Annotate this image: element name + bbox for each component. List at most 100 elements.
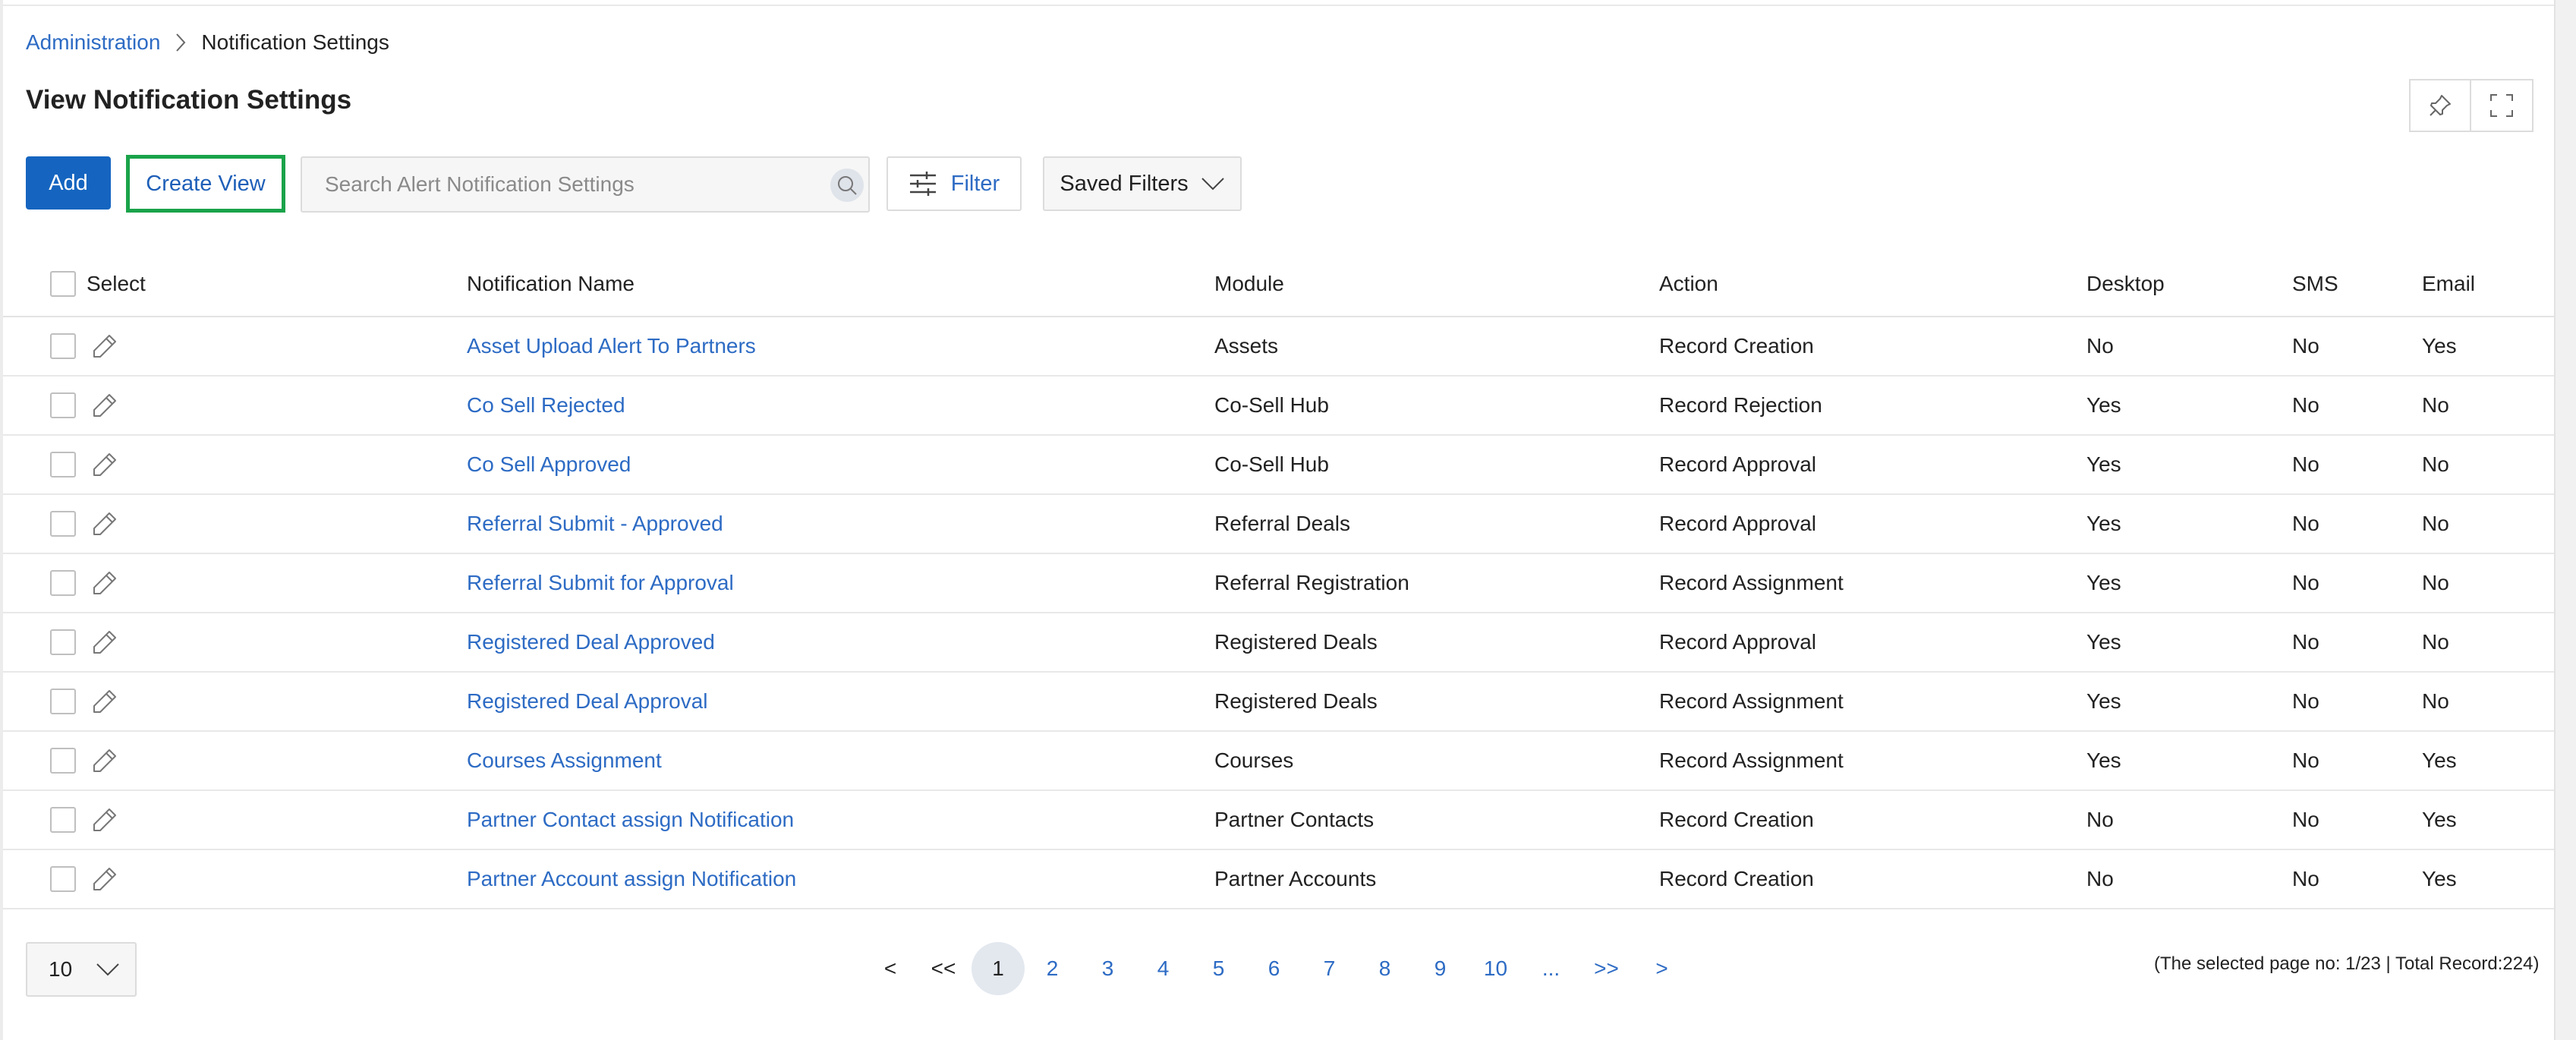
page-button-7[interactable]: 7 — [1302, 942, 1357, 995]
notification-name-link[interactable]: Asset Upload Alert To Partners — [467, 317, 756, 375]
row-checkbox[interactable] — [50, 511, 76, 537]
desktop-cell: No — [2086, 334, 2114, 358]
sms-cell: No — [2292, 630, 2319, 654]
page-ellipsis[interactable]: ... — [1523, 942, 1579, 995]
saved-filters-dropdown[interactable]: Saved Filters — [1043, 156, 1242, 211]
notification-name-link[interactable]: Co Sell Rejected — [467, 377, 625, 434]
page-button-8[interactable]: 8 — [1357, 942, 1412, 995]
desktop-cell: Yes — [2086, 571, 2121, 594]
saved-filters-label: Saved Filters — [1060, 171, 1189, 196]
email-cell: No — [2422, 512, 2449, 535]
notification-name-link[interactable]: Registered Deal Approved — [467, 613, 715, 671]
sms-cell: No — [2292, 512, 2319, 535]
pencil-icon[interactable] — [91, 688, 118, 715]
page-button-5[interactable]: 5 — [1191, 942, 1246, 995]
desktop-cell: Yes — [2086, 512, 2121, 535]
sms-cell: No — [2292, 867, 2319, 890]
row-checkbox[interactable] — [50, 452, 76, 477]
table-row: Referral Submit - Approved Referral Deal… — [3, 495, 2554, 554]
pencil-icon[interactable] — [91, 451, 118, 478]
pencil-icon[interactable] — [91, 865, 118, 893]
desktop-cell: No — [2086, 867, 2114, 890]
page-button-10[interactable]: 10 — [1468, 942, 1523, 995]
action-cell: Record Creation — [1659, 867, 1814, 890]
fullscreen-button[interactable] — [2471, 79, 2533, 132]
pencil-icon[interactable] — [91, 629, 118, 656]
notification-name-link[interactable]: Courses Assignment — [467, 732, 662, 789]
module-cell: Registered Deals — [1214, 630, 1378, 654]
notification-settings-table: Select Notification Name Module Action D… — [3, 251, 2554, 909]
row-checkbox[interactable] — [50, 689, 76, 714]
row-checkbox[interactable] — [50, 748, 76, 774]
column-header-email[interactable]: Email — [2422, 251, 2475, 316]
pencil-icon[interactable] — [91, 806, 118, 834]
sms-cell: No — [2292, 689, 2319, 713]
right-scrollbar-track[interactable] — [2554, 0, 2576, 1040]
page-button-9[interactable]: 9 — [1412, 942, 1468, 995]
email-cell: No — [2422, 689, 2449, 713]
select-all-checkbox[interactable] — [50, 270, 76, 297]
row-checkbox[interactable] — [50, 570, 76, 596]
column-header-sms[interactable]: SMS — [2292, 251, 2338, 316]
table-row: Asset Upload Alert To Partners Assets Re… — [3, 317, 2554, 377]
column-header-action[interactable]: Action — [1659, 251, 1718, 316]
sms-cell: No — [2292, 571, 2319, 594]
sms-cell: No — [2292, 808, 2319, 831]
next-page-button[interactable]: > — [1634, 942, 1690, 995]
row-checkbox[interactable] — [50, 333, 76, 359]
action-cell: Record Assignment — [1659, 689, 1844, 713]
breadcrumb-administration-link[interactable]: Administration — [26, 30, 160, 55]
search-button[interactable] — [830, 169, 864, 202]
column-header-desktop[interactable]: Desktop — [2086, 251, 2165, 316]
filter-button[interactable]: Filter — [886, 156, 1022, 211]
sms-cell: No — [2292, 334, 2319, 358]
row-checkbox[interactable] — [50, 866, 76, 892]
pencil-icon[interactable] — [91, 392, 118, 419]
filter-label: Filter — [950, 171, 1000, 196]
email-cell: No — [2422, 452, 2449, 476]
notification-name-link[interactable]: Referral Submit - Approved — [467, 495, 723, 553]
column-header-notification-name[interactable]: Notification Name — [467, 251, 635, 316]
row-checkbox[interactable] — [50, 807, 76, 833]
page-button-2[interactable]: 2 — [1025, 942, 1080, 995]
table-row: Co Sell Approved Co-Sell Hub Record Appr… — [3, 436, 2554, 495]
prev-page-button[interactable]: < — [865, 942, 915, 995]
search-input[interactable] — [302, 158, 811, 211]
page-size-select[interactable]: 10 — [26, 942, 137, 997]
pencil-icon[interactable] — [91, 747, 118, 774]
notification-name-link[interactable]: Registered Deal Approval — [467, 673, 708, 730]
add-button[interactable]: Add — [26, 156, 111, 210]
module-cell: Partner Accounts — [1214, 867, 1377, 890]
action-cell: Record Approval — [1659, 630, 1817, 654]
email-cell: Yes — [2422, 748, 2457, 772]
column-header-module[interactable]: Module — [1214, 251, 1284, 316]
page-button-3[interactable]: 3 — [1080, 942, 1135, 995]
breadcrumb: Administration Notification Settings — [26, 29, 389, 56]
pencil-icon[interactable] — [91, 569, 118, 597]
page-title: View Notification Settings — [26, 85, 352, 115]
page-button-1[interactable]: 1 — [972, 942, 1025, 995]
notification-name-link[interactable]: Partner Account assign Notification — [467, 850, 796, 908]
row-checkbox[interactable] — [50, 392, 76, 418]
create-view-button[interactable]: Create View — [126, 155, 285, 213]
desktop-cell: Yes — [2086, 393, 2121, 417]
notification-name-link[interactable]: Referral Submit for Approval — [467, 554, 734, 612]
pencil-icon[interactable] — [91, 510, 118, 537]
first-page-button[interactable]: << — [915, 942, 972, 995]
search-icon — [838, 176, 857, 195]
pin-button[interactable] — [2409, 79, 2471, 132]
row-checkbox[interactable] — [50, 629, 76, 655]
notification-name-link[interactable]: Partner Contact assign Notification — [467, 791, 794, 849]
page-button-4[interactable]: 4 — [1135, 942, 1191, 995]
page-button-6[interactable]: 6 — [1246, 942, 1302, 995]
action-cell: Record Approval — [1659, 512, 1817, 535]
module-cell: Partner Contacts — [1214, 808, 1375, 831]
notification-name-link[interactable]: Co Sell Approved — [467, 436, 631, 493]
email-cell: Yes — [2422, 334, 2457, 358]
module-cell: Assets — [1214, 334, 1279, 358]
last-page-button[interactable]: >> — [1579, 942, 1634, 995]
desktop-cell: Yes — [2086, 452, 2121, 476]
desktop-cell: Yes — [2086, 689, 2121, 713]
pencil-icon[interactable] — [91, 332, 118, 360]
module-cell: Co-Sell Hub — [1214, 452, 1329, 476]
